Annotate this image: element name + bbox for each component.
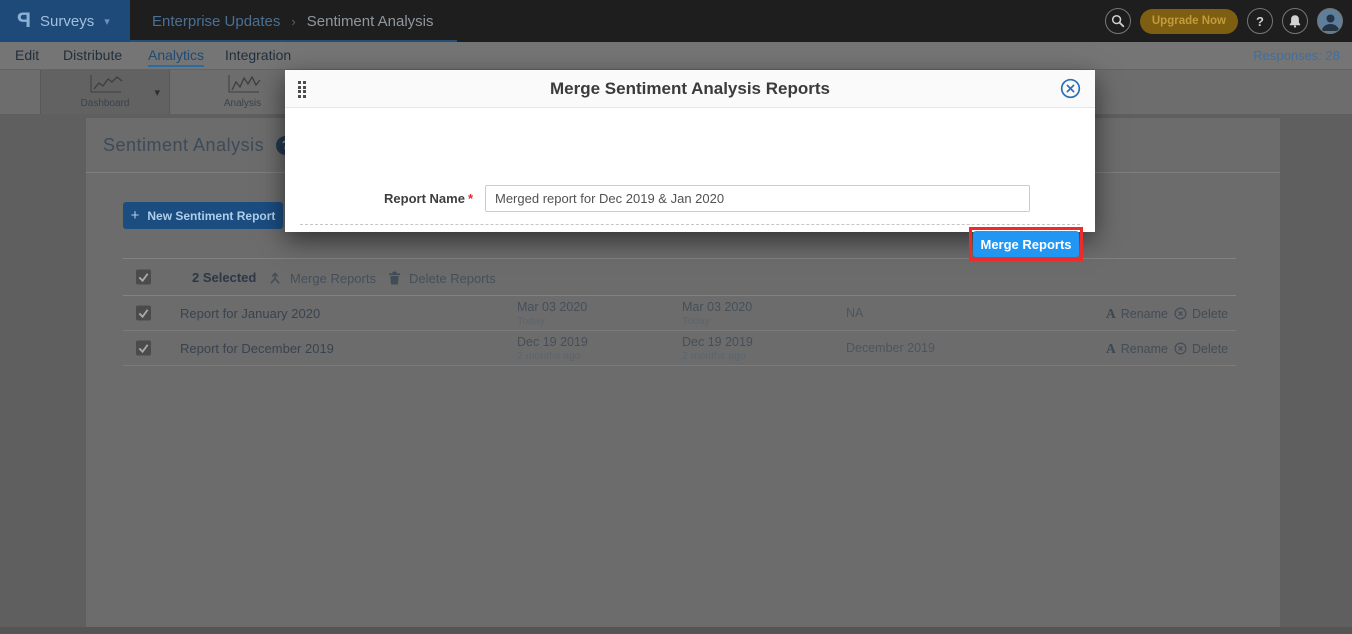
breadcrumb: Enterprise Updates › Sentiment Analysis xyxy=(152,0,433,42)
check-icon xyxy=(137,271,150,284)
report-name-input[interactable] xyxy=(485,185,1030,212)
nav-item-distribute[interactable]: Distribute xyxy=(63,42,122,69)
circle-x-icon xyxy=(1174,342,1187,355)
annotation-highlight: Merge Reports xyxy=(969,227,1083,261)
topbar-actions: Upgrade Now ? xyxy=(1105,8,1343,34)
person-icon xyxy=(1319,10,1342,33)
report-name[interactable]: Report for January 2020 xyxy=(180,296,320,331)
modal-title: Merge Sentiment Analysis Reports xyxy=(285,70,1095,108)
breadcrumb-separator-icon: › xyxy=(291,14,295,29)
user-avatar[interactable] xyxy=(1317,8,1343,34)
search-button[interactable] xyxy=(1105,8,1131,34)
delete-button[interactable]: Delete xyxy=(1174,296,1228,331)
rename-button[interactable]: A Rename xyxy=(1106,296,1168,331)
plus-icon: + xyxy=(131,207,140,224)
select-all-checkbox[interactable] xyxy=(136,270,151,285)
help-button[interactable]: ? xyxy=(1247,8,1273,34)
line-chart-icon xyxy=(83,74,127,99)
question-mark-icon: ? xyxy=(1256,14,1264,29)
questionpro-logo-icon: P xyxy=(17,9,31,33)
nav-item-edit[interactable]: Edit xyxy=(15,42,39,69)
modal-close-button[interactable] xyxy=(1060,78,1081,99)
trash-icon xyxy=(388,271,401,285)
row-checkbox[interactable] xyxy=(136,341,151,356)
delete-action-label: Delete Reports xyxy=(409,271,496,286)
date-range: NA xyxy=(846,296,863,331)
rename-a-icon: A xyxy=(1106,341,1116,357)
modal-divider xyxy=(300,224,1080,225)
selected-count: 2 Selected xyxy=(192,259,256,297)
created-date: Dec 19 2019 2 months ago xyxy=(517,335,588,362)
merge-icon xyxy=(268,271,282,285)
nav-item-integration[interactable]: Integration xyxy=(225,42,291,69)
merge-action-label: Merge Reports xyxy=(290,271,376,286)
reports-table: 2 Selected Merge Reports Delete Reports … xyxy=(123,258,1236,366)
modal-header: Merge Sentiment Analysis Reports xyxy=(285,70,1095,108)
modified-date: Dec 19 2019 2 months ago xyxy=(682,335,753,362)
zigzag-chart-icon xyxy=(221,74,265,99)
notifications-button[interactable] xyxy=(1282,8,1308,34)
modified-date: Mar 03 2020 Today xyxy=(682,300,752,327)
circle-x-icon xyxy=(1174,307,1187,320)
tab-dashboard-label: Dashboard xyxy=(41,98,169,109)
report-name[interactable]: Report for December 2019 xyxy=(180,331,334,366)
drag-handle-icon[interactable] xyxy=(298,81,306,98)
row-checkbox[interactable] xyxy=(136,306,151,321)
modal-body: Report Name* Merge Reports xyxy=(285,108,1095,231)
breadcrumb-current: Sentiment Analysis xyxy=(307,13,434,30)
new-report-label: New Sentiment Report xyxy=(147,209,275,223)
breadcrumb-survey-link[interactable]: Enterprise Updates xyxy=(152,13,280,30)
rename-button[interactable]: A Rename xyxy=(1106,331,1168,366)
nav-item-analytics[interactable]: Analytics xyxy=(148,43,204,67)
delete-button[interactable]: Delete xyxy=(1174,331,1228,366)
search-icon xyxy=(1111,14,1125,28)
upgrade-now-button[interactable]: Upgrade Now xyxy=(1140,9,1238,34)
merge-reports-action[interactable]: Merge Reports xyxy=(268,259,376,297)
rename-a-icon: A xyxy=(1106,306,1116,322)
bell-icon xyxy=(1288,14,1302,28)
delete-reports-action[interactable]: Delete Reports xyxy=(388,259,496,297)
check-icon xyxy=(137,342,150,355)
topbar: P Surveys ▾ Enterprise Updates › Sentime… xyxy=(0,0,1352,42)
required-asterisk: * xyxy=(468,191,473,206)
merge-reports-modal: Merge Sentiment Analysis Reports Report … xyxy=(285,70,1095,232)
survey-nav: Edit Distribute Analytics Integration Re… xyxy=(0,42,1352,70)
footer-strip xyxy=(0,627,1352,634)
responses-count: Responses: 28 xyxy=(1253,42,1340,69)
product-name: Surveys xyxy=(40,13,94,30)
tab-dashboard[interactable]: ▾ Dashboard xyxy=(40,70,170,114)
check-icon xyxy=(137,307,150,320)
table-row: Report for December 2019 Dec 19 2019 2 m… xyxy=(123,331,1236,366)
close-icon xyxy=(1060,78,1081,99)
created-date: Mar 03 2020 Today xyxy=(517,300,587,327)
product-switcher[interactable]: P Surveys ▾ xyxy=(0,0,130,42)
date-range: December 2019 xyxy=(846,331,935,366)
table-row: Report for January 2020 Mar 03 2020 Toda… xyxy=(123,296,1236,331)
table-bulk-header: 2 Selected Merge Reports Delete Reports xyxy=(123,258,1236,296)
merge-reports-button[interactable]: Merge Reports xyxy=(973,231,1079,257)
new-sentiment-report-button[interactable]: + New Sentiment Report xyxy=(123,202,283,229)
chevron-down-icon: ▾ xyxy=(104,15,110,28)
report-name-label: Report Name* xyxy=(325,185,473,212)
page-title: Sentiment Analysis xyxy=(103,135,264,156)
